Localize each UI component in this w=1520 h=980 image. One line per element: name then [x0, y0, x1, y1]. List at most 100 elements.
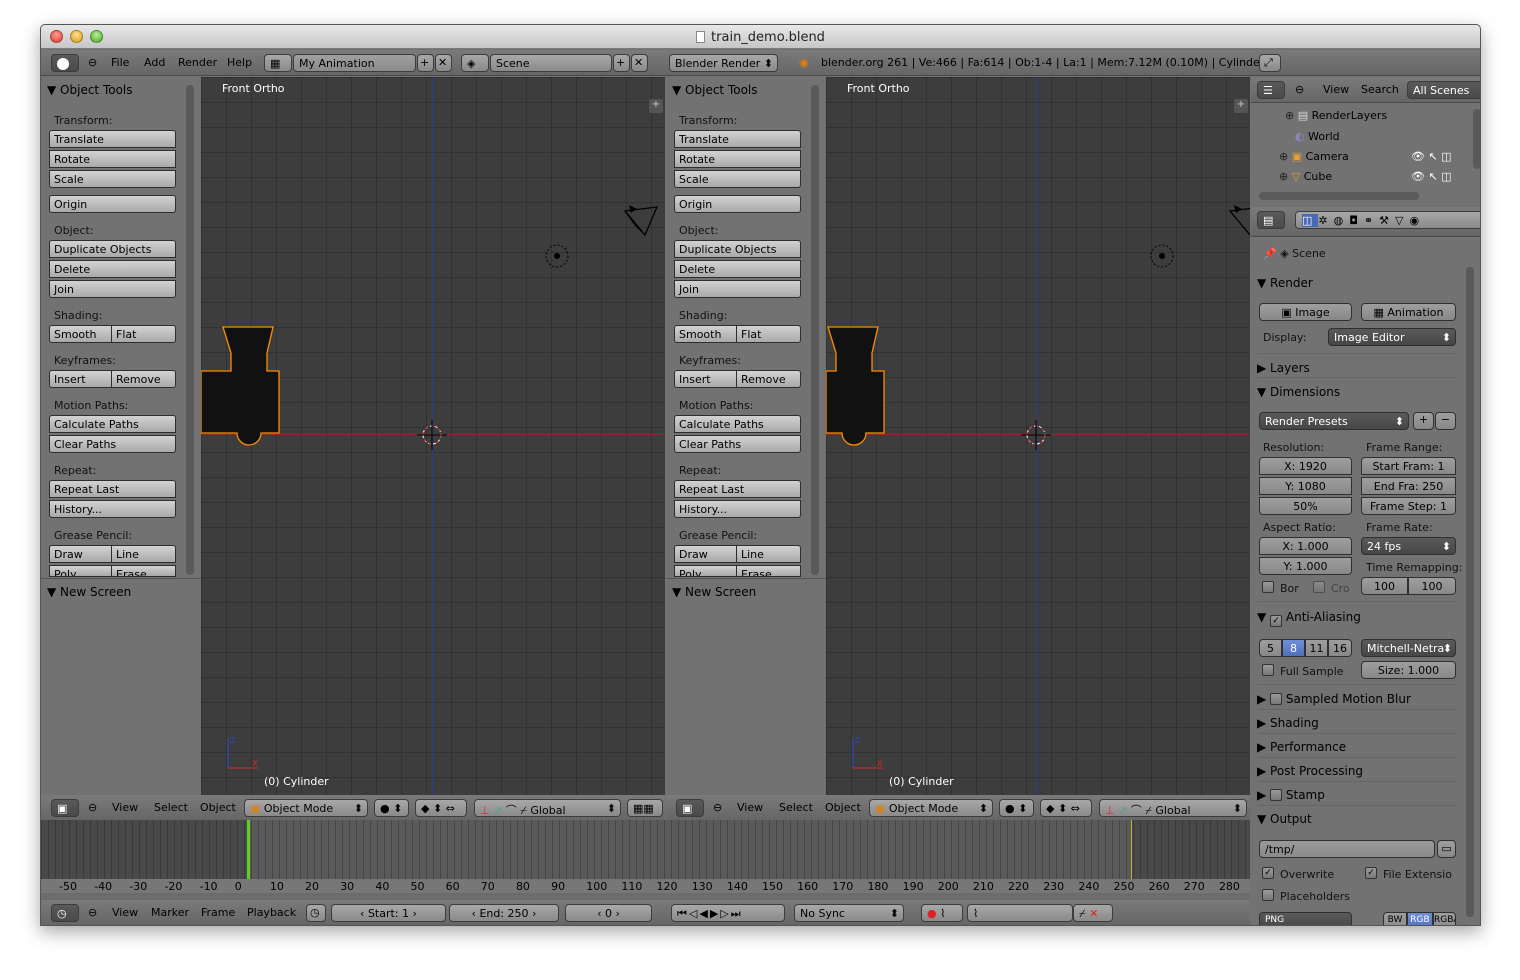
render-image-button[interactable]: ▣ Image	[1259, 303, 1352, 321]
object-tools-header[interactable]: ▼ Object Tools	[672, 83, 758, 97]
start-frame-field[interactable]: Start Fram: 1	[1361, 457, 1456, 475]
add-screen-button[interactable]: +	[417, 54, 434, 72]
aa-8-button[interactable]: 8	[1282, 639, 1305, 657]
rotate-button[interactable]: Rotate	[674, 150, 801, 168]
properties-scrollbar[interactable]	[1466, 267, 1474, 917]
aspect-x-field[interactable]: X: 1.000	[1259, 537, 1352, 555]
editor-type-timeline-button[interactable]: ◷	[51, 904, 79, 922]
history-button[interactable]: History...	[674, 500, 801, 518]
remove-keyframe-button[interactable]: Remove	[736, 370, 801, 388]
fullscreen-icon[interactable]: ⤢	[1259, 54, 1281, 72]
tree-item-camera[interactable]: ⊕ ▣ Camera 👁 ↖ ◫	[1251, 150, 1466, 170]
pivot-dropdown[interactable]: ◆ ⬍ ⇔	[415, 799, 467, 817]
overwrite-checkbox[interactable]: ✓	[1262, 867, 1274, 879]
menu-view[interactable]: View	[112, 801, 138, 814]
add-scene-button[interactable]: +	[613, 54, 630, 72]
current-frame-indicator[interactable]	[247, 820, 250, 879]
tree-item-world[interactable]: ◐ World	[1251, 130, 1466, 150]
output-path-field[interactable]: /tmp/	[1259, 840, 1435, 858]
insert-keyframe-button[interactable]: Insert	[49, 370, 112, 388]
remove-keyframe-button[interactable]: Remove	[111, 370, 176, 388]
resolution-percent-field[interactable]: 50%	[1259, 497, 1352, 515]
sampled-motion-blur-header[interactable]: ▶ Sampled Motion Blur	[1257, 684, 1458, 706]
grease-poly-button[interactable]: Poly	[49, 565, 112, 577]
new-screen-panel[interactable]: ▼ New Screen	[47, 585, 131, 599]
sync-dropdown[interactable]: No Sync ⬍	[794, 904, 904, 922]
join-button[interactable]: Join	[674, 280, 801, 298]
frame-step-field[interactable]: Frame Step: 1	[1361, 497, 1456, 515]
aa-5-button[interactable]: 5	[1259, 639, 1282, 657]
grease-erase-button[interactable]: Erase	[736, 565, 801, 577]
aa-filter-dropdown[interactable]: Mitchell-Netra ⬍	[1361, 639, 1456, 657]
keying-set-field[interactable]: ⌇	[967, 904, 1073, 922]
file-format-dropdown[interactable]: PNG	[1259, 912, 1352, 925]
mode-dropdown[interactable]: ▣ Object Mode ⬍	[869, 799, 993, 817]
shading-dropdown[interactable]: ● ⬍	[374, 799, 409, 817]
grease-draw-button[interactable]: Draw	[49, 545, 112, 563]
border-checkbox[interactable]	[1262, 581, 1274, 593]
current-frame-field[interactable]: ‹ 0 ›	[565, 904, 652, 922]
menu-view[interactable]: View	[737, 801, 763, 814]
placeholders-checkbox[interactable]	[1262, 889, 1274, 901]
grease-poly-button[interactable]: Poly	[674, 565, 737, 577]
resolution-x-field[interactable]: X: 1920	[1259, 457, 1352, 475]
3d-viewport-right[interactable]: Front Ortho + ZX (0) Cylinder	[826, 77, 1250, 795]
stamp-panel-header[interactable]: ▶ Stamp	[1257, 781, 1458, 802]
playback-controls[interactable]: ⏮◁◀▶▷⏭	[671, 904, 785, 922]
remove-scene-button[interactable]: ✕	[631, 54, 648, 72]
mode-dropdown[interactable]: ▣ Object Mode ⬍	[244, 799, 368, 817]
tree-item-renderlayers[interactable]: ⊕ ▤ RenderLayers	[1251, 109, 1466, 129]
preview-range-icon[interactable]: ◷	[306, 904, 326, 922]
resolution-y-field[interactable]: Y: 1080	[1259, 477, 1352, 495]
remap-new-field[interactable]: 100	[1408, 577, 1456, 595]
record-keyframe-button[interactable]: ● ⌇	[921, 904, 963, 922]
menu-playback[interactable]: Playback	[247, 906, 296, 919]
flat-button[interactable]: Flat	[111, 325, 176, 343]
tools-scrollbar[interactable]	[186, 85, 194, 575]
delete-button[interactable]: Delete	[49, 260, 176, 278]
menu-view[interactable]: View	[112, 906, 138, 919]
delete-button[interactable]: Delete	[674, 260, 801, 278]
aspect-y-field[interactable]: Y: 1.000	[1259, 557, 1352, 575]
display-mode-dropdown[interactable]: All Scenes	[1407, 81, 1480, 99]
frame-ruler[interactable]: -50 -40 -30 -20 -10 0 10 20 30 40 50 60 70 80 90 100 110…	[41, 879, 1250, 893]
grease-line-button[interactable]: Line	[736, 545, 801, 563]
layers-panel-header[interactable]: ▶ Layers	[1257, 353, 1458, 375]
output-panel-header[interactable]: ▼ Output	[1257, 805, 1458, 826]
editor-type-3d-button[interactable]: ▣	[51, 799, 79, 817]
flat-button[interactable]: Flat	[736, 325, 801, 343]
menu-view[interactable]: View	[1323, 83, 1349, 96]
color-rgba-button[interactable]: RGBA	[1433, 912, 1456, 925]
remove-preset-button[interactable]: −	[1435, 412, 1456, 430]
scale-button[interactable]: Scale	[674, 170, 801, 188]
grease-erase-button[interactable]: Erase	[111, 565, 176, 577]
menu-marker[interactable]: Marker	[151, 906, 189, 919]
tree-item-cube[interactable]: ⊕ ▽ Cube 👁 ↖ ◫	[1251, 170, 1466, 190]
render-presets-dropdown[interactable]: Render Presets ⬍	[1259, 412, 1409, 430]
editor-type-3d-button[interactable]: ▣	[676, 799, 704, 817]
remap-old-field[interactable]: 100	[1361, 577, 1408, 595]
performance-panel-header[interactable]: ▶ Performance	[1257, 733, 1458, 754]
menu-frame[interactable]: Frame	[201, 906, 235, 919]
shading-panel-header[interactable]: ▶ Shading	[1257, 709, 1458, 730]
frame-rate-dropdown[interactable]: 24 fps ⬍	[1361, 537, 1456, 555]
viewport-add-icon[interactable]: +	[1234, 99, 1248, 113]
smooth-button[interactable]: Smooth	[49, 325, 112, 343]
folder-browse-icon[interactable]: ▭	[1437, 840, 1456, 858]
render-engine-dropdown[interactable]: Blender Render ⬍	[669, 54, 778, 72]
repeat-last-button[interactable]: Repeat Last	[674, 480, 801, 498]
object-tools-header[interactable]: ▼ Object Tools	[47, 83, 133, 97]
editor-type-info-button[interactable]	[51, 54, 79, 72]
menu-object[interactable]: Object	[825, 801, 861, 814]
render-animation-button[interactable]: ▦ Animation	[1361, 303, 1456, 321]
dimensions-panel-header[interactable]: ▼ Dimensions	[1257, 377, 1458, 399]
end-frame-field[interactable]: ‹ End: 250 ›	[449, 904, 559, 922]
timeline-editor[interactable]: -50 -40 -30 -20 -10 0 10 20 30 40 50 60 70 80 90 100 110…	[41, 820, 1250, 904]
menu-add[interactable]: Add	[144, 56, 165, 69]
file-extension-checkbox[interactable]: ✓	[1365, 867, 1377, 879]
menu-object[interactable]: Object	[200, 801, 236, 814]
collapse-menu-icon[interactable]: ⊖	[1295, 83, 1304, 96]
color-bw-button[interactable]: BW	[1383, 912, 1407, 925]
editor-type-outliner-button[interactable]: ☰	[1257, 81, 1285, 99]
crop-checkbox[interactable]	[1313, 581, 1325, 593]
